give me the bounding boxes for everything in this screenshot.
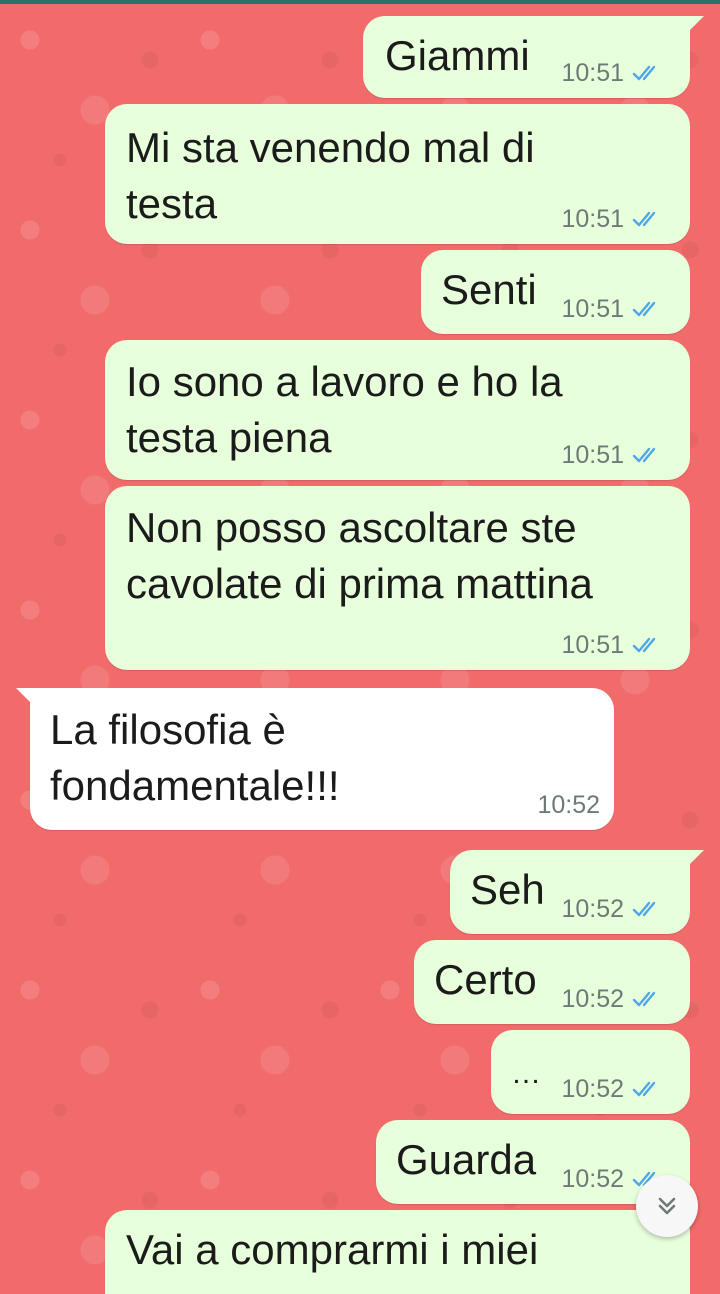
message-meta: 10:51: [561, 58, 664, 88]
message-bubble-outgoing[interactable]: Vai a comprarmi i miei: [105, 1210, 690, 1294]
message-bubble-outgoing[interactable]: Senti 10:51: [421, 250, 690, 334]
message-meta: 10:52: [561, 894, 664, 924]
message-time: 10:52: [561, 984, 624, 1013]
read-double-check-icon: [632, 637, 656, 653]
message-text: Certo: [434, 956, 537, 1003]
message-bubble-outgoing[interactable]: Seh 10:52: [450, 850, 704, 934]
message-text: …: [511, 1057, 541, 1090]
message-time: 10:51: [561, 294, 624, 323]
message-meta: 10:51: [561, 204, 664, 234]
message-text: Giammi: [385, 32, 530, 79]
read-double-check-icon: [632, 301, 656, 317]
message-text: Vai a comprarmi i miei: [126, 1226, 539, 1273]
bubble-tail: [16, 688, 38, 710]
message-time: 10:51: [561, 440, 624, 469]
message-text: Guarda: [396, 1136, 537, 1183]
message-text: Non posso ascoltare ste cavolate di prim…: [126, 504, 593, 607]
message-meta: 10:52: [561, 1074, 664, 1104]
read-double-check-icon: [632, 447, 656, 463]
message-time: 10:51: [561, 58, 624, 87]
read-double-check-icon: [632, 1081, 656, 1097]
read-double-check-icon: [632, 65, 656, 81]
message-meta: 10:51: [561, 294, 664, 324]
bubble-tail: [682, 850, 704, 872]
message-meta: 10:51: [561, 440, 664, 470]
message-list[interactable]: Giammi 10:51 Mi sta venendo mal di testa…: [0, 0, 720, 1294]
message-time: 10:52: [537, 790, 600, 819]
message-meta: 10:52: [561, 984, 664, 1014]
message-bubble-outgoing[interactable]: … 10:52: [491, 1030, 690, 1114]
message-time: 10:51: [561, 204, 624, 233]
read-double-check-icon: [632, 901, 656, 917]
message-meta: 10:51: [561, 630, 664, 660]
scroll-to-bottom-button[interactable]: [636, 1175, 698, 1237]
message-time: 10:52: [561, 1164, 624, 1193]
message-text: Mi sta venendo mal di testa: [126, 124, 535, 227]
message-bubble-outgoing[interactable]: Mi sta venendo mal di testa 10:51: [105, 104, 690, 244]
double-chevron-down-icon: [658, 1197, 676, 1215]
message-text: Seh: [470, 866, 545, 913]
message-time: 10:52: [561, 894, 624, 923]
message-bubble-outgoing[interactable]: Giammi 10:51: [363, 16, 704, 98]
message-bubble-outgoing[interactable]: Io sono a lavoro e ho la testa piena 10:…: [105, 340, 690, 480]
message-bubble-outgoing[interactable]: Certo 10:52: [414, 940, 690, 1024]
read-double-check-icon: [632, 211, 656, 227]
message-bubble-incoming[interactable]: La filosofia è fondamentale!!! 10:52: [16, 688, 614, 830]
bubble-tail: [682, 16, 704, 38]
message-bubble-outgoing[interactable]: Non posso ascoltare ste cavolate di prim…: [105, 486, 690, 670]
message-time: 10:51: [561, 630, 624, 659]
read-double-check-icon: [632, 991, 656, 1007]
message-text: Io sono a lavoro e ho la testa piena: [126, 358, 563, 461]
message-text: Senti: [441, 266, 537, 313]
message-meta: 10:52: [537, 790, 600, 820]
message-time: 10:52: [561, 1074, 624, 1103]
message-text: La filosofia è fondamentale!!!: [50, 706, 340, 809]
